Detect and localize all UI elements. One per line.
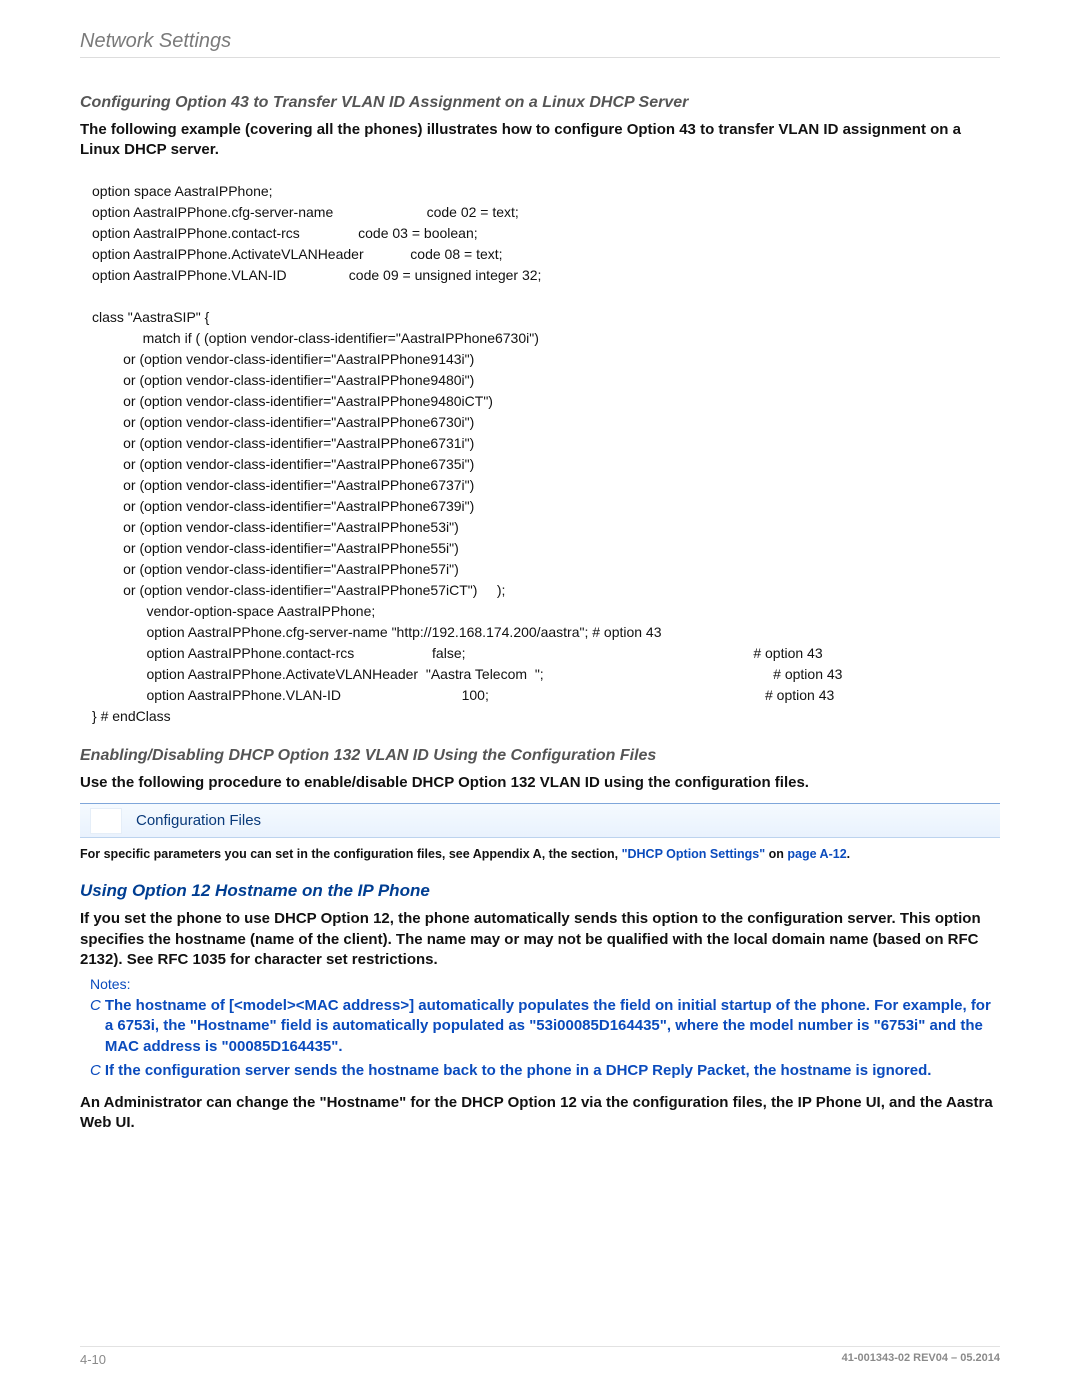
configuration-files-callout: Configuration Files [80, 803, 1000, 838]
footer-rule [80, 1346, 1000, 1347]
appendix-pre: For specific parameters you can set in t… [80, 847, 622, 861]
document-reference: 41-001343-02 REV04 – 05.2014 [842, 1352, 1000, 1367]
bullet-icon: C [90, 1061, 101, 1081]
appendix-mid: on [765, 847, 787, 861]
page-number: 4-10 [80, 1352, 106, 1367]
dhcp-config-code: option space AastraIPPhone; option Aastr… [92, 181, 1000, 727]
list-item: C If the configuration server sends the … [90, 1061, 1000, 1081]
section2-heading: Enabling/Disabling DHCP Option 132 VLAN … [80, 747, 1000, 765]
notes-list: C The hostname of [<model><MAC address>]… [90, 996, 1000, 1081]
section2-intro: Use the following procedure to enable/di… [80, 773, 1000, 793]
page-header: Network Settings [80, 30, 1000, 58]
header-title: Network Settings [80, 30, 231, 52]
bullet-icon: C [90, 996, 101, 1016]
note-text-2: If the configuration server sends the ho… [105, 1061, 932, 1081]
section1-intro: The following example (covering all the … [80, 120, 1000, 161]
notes-label: Notes: [90, 976, 1000, 992]
section1-heading: Configuring Option 43 to Transfer VLAN I… [80, 94, 1000, 112]
appendix-link-section[interactable]: "DHCP Option Settings" [622, 847, 766, 861]
document-page: Network Settings Configuring Option 43 t… [0, 0, 1080, 1397]
section3-closing: An Administrator can change the "Hostnam… [80, 1093, 1000, 1134]
appendix-post: . [847, 847, 850, 861]
page-footer: 4-10 41-001343-02 REV04 – 05.2014 [80, 1352, 1000, 1367]
section3-heading: Using Option 12 Hostname on the IP Phone [80, 881, 1000, 901]
appendix-reference: For specific parameters you can set in t… [80, 846, 1000, 864]
document-icon [90, 808, 122, 834]
appendix-link-page[interactable]: page A-12 [787, 847, 846, 861]
list-item: C The hostname of [<model><MAC address>]… [90, 996, 1000, 1057]
note-text-1: The hostname of [<model><MAC address>] a… [105, 996, 1000, 1057]
section3-body: If you set the phone to use DHCP Option … [80, 909, 1000, 970]
callout-label: Configuration Files [136, 812, 261, 829]
